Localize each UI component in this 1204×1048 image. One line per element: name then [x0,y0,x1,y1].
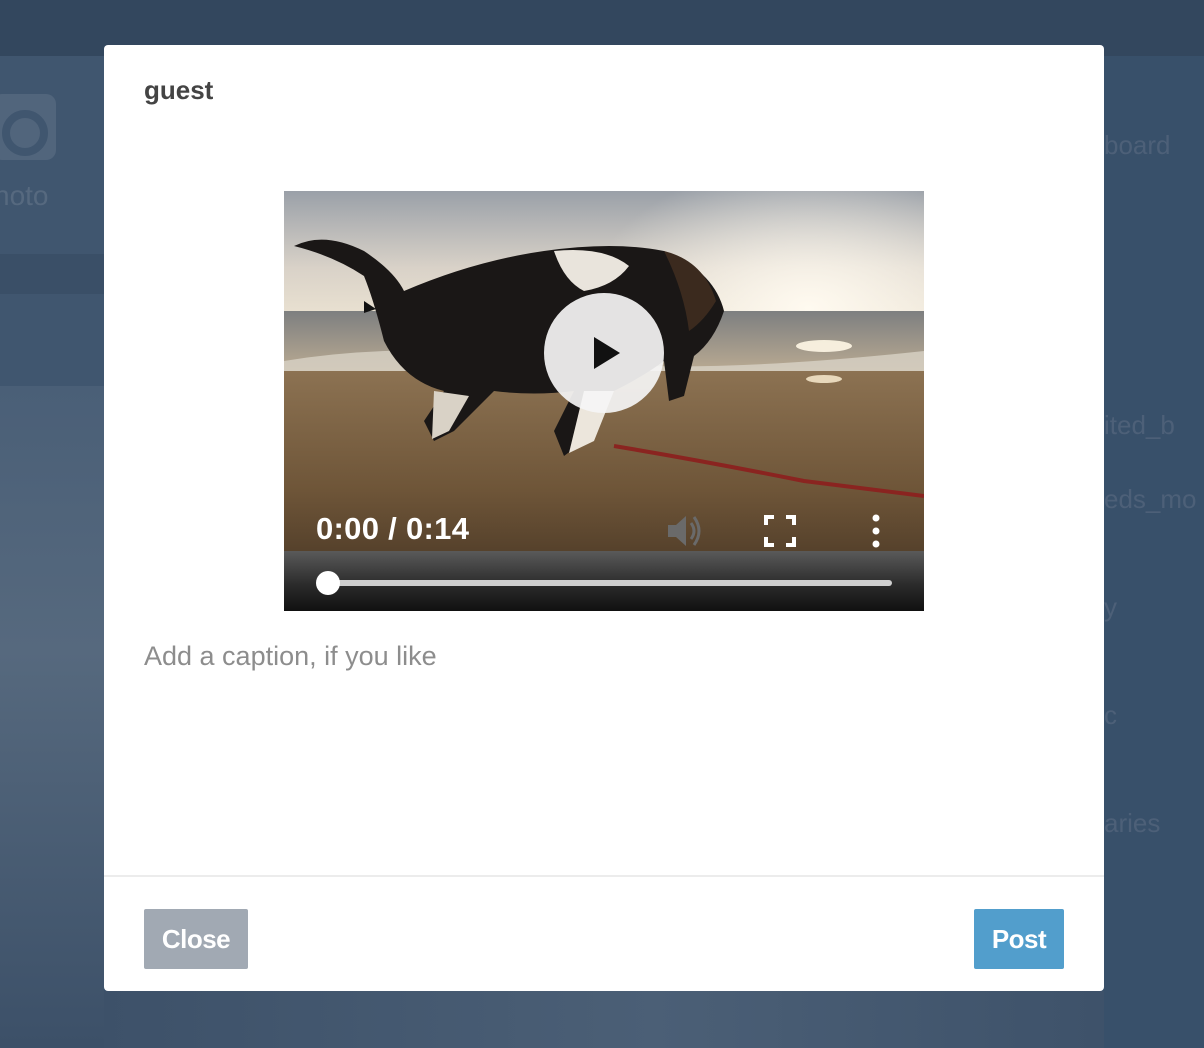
background-sidebar-item: eds_mo [1104,484,1197,514]
background-sidebar-item: c [1104,700,1117,730]
fullscreen-icon [764,515,796,547]
video-progress-bar[interactable] [328,580,892,586]
background-sidebar-item: aries [1104,808,1161,838]
background-sidebar-item: ited_b [1104,410,1175,440]
close-button[interactable]: Close [144,909,248,969]
blog-name: guest [144,75,214,105]
post-modal: guest 0:00 / 0:14 Add a caption, if you … [104,45,1104,991]
background-strip [0,254,104,294]
video-progress-thumb[interactable] [316,571,340,595]
fullscreen-button[interactable] [764,515,796,552]
video-control-bar [284,551,924,611]
background-blurred-image [104,991,1104,1048]
play-icon [594,337,620,369]
volume-button[interactable] [664,511,704,556]
camera-icon [0,94,56,160]
post-button[interactable]: Post [974,909,1064,969]
background-sidebar-item: y [1104,592,1117,622]
background-photo-label: hoto [0,180,49,211]
play-button[interactable] [544,293,664,413]
modal-footer: Close Post [104,875,1104,991]
background-post-type-card: hoto [0,56,104,386]
more-options-button[interactable] [866,513,886,554]
caption-input[interactable] [144,641,1064,841]
more-vertical-icon [872,514,880,548]
background-blurred-image [0,386,104,1048]
background-sidebar-item: board [1104,130,1171,160]
video-player[interactable]: 0:00 / 0:14 [284,191,924,611]
volume-icon [668,516,701,546]
video-time: 0:00 / 0:14 [316,511,470,546]
